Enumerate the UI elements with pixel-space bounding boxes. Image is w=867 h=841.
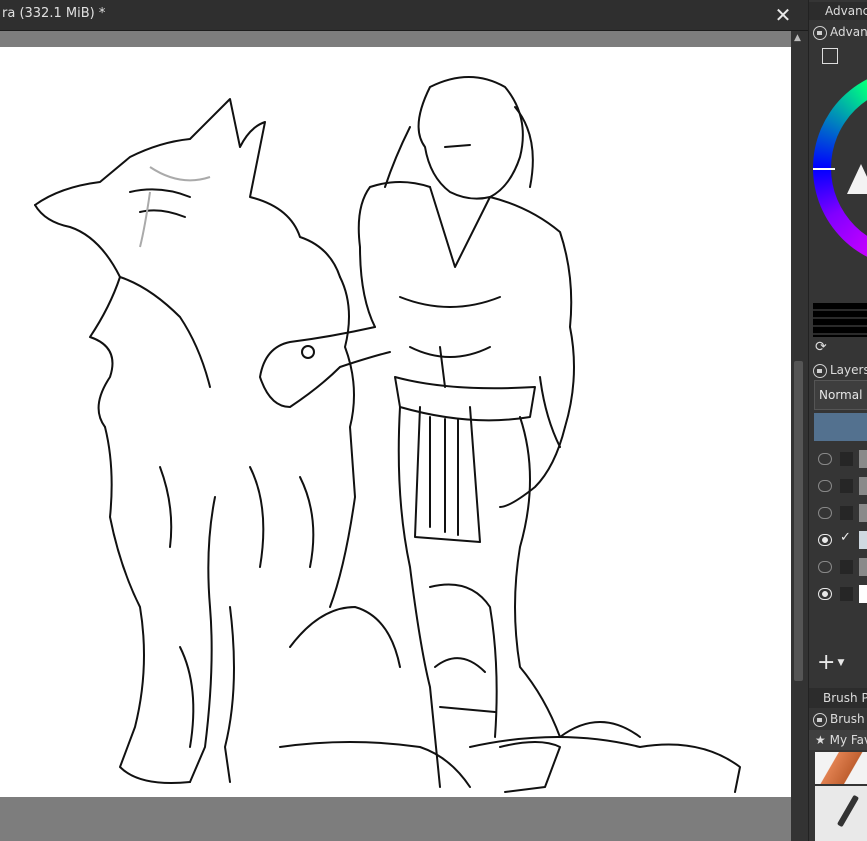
tag-selector[interactable]: ★ My Fav [809,730,867,750]
layer-preview-box [840,560,853,574]
layer-preview-box [840,506,853,520]
brush-title: Brush [830,712,865,726]
layer-row[interactable] [809,500,867,526]
visibility-eye-icon[interactable] [818,561,832,573]
advanced-color-title-row: Advan [809,22,867,42]
brush-presets-header[interactable]: Brush Pre [809,688,867,708]
layer-preview-box [840,479,853,493]
line-art-drawing [34,76,741,793]
brush-title-row: Brush [809,709,867,729]
layer-row[interactable] [809,581,867,607]
lock-icon[interactable] [813,712,827,727]
blend-mode-select[interactable]: Normal [814,380,867,410]
lock-icon[interactable] [813,363,827,378]
color-selector[interactable] [813,68,867,288]
advanced-color-header[interactable]: Advance [809,2,867,20]
document-tab-bar: ra (332.1 MiB) * ✕ [0,0,808,31]
layer-thumbnail [859,531,867,549]
layer-preview-box [840,452,853,466]
close-icon[interactable]: ✕ [772,4,794,26]
star-icon: ★ [815,733,826,747]
layer-thumbnail [859,450,867,468]
visibility-eye-icon[interactable] [818,480,832,492]
document-title[interactable]: ra (332.1 MiB) * [2,6,105,21]
hue-marker[interactable] [813,168,835,170]
canvas-margin-bottom [0,797,791,841]
layers-title: Layers [830,363,867,377]
brush-preset-thumbnail[interactable] [815,752,867,784]
layer-row[interactable] [809,554,867,580]
saturation-value-triangle[interactable] [847,164,867,194]
add-layer-icon[interactable]: + [817,650,835,675]
visibility-eye-icon[interactable] [818,507,832,519]
settings-list-icon[interactable] [822,48,838,64]
refresh-icon[interactable]: ⟳ [815,339,827,355]
color-history-bars[interactable] [813,303,867,337]
advanced-color-title: Advan [830,25,867,39]
canvas-margin-top [0,31,791,47]
selected-layer-highlight[interactable] [814,413,867,441]
brush-preset-thumbnail[interactable] [815,786,867,841]
lock-icon[interactable] [813,25,827,40]
visibility-eye-icon[interactable] [818,534,832,546]
scrollbar-thumb[interactable] [794,361,803,681]
layers-title-row: Layers [809,360,867,380]
tag-name: My Fav [829,733,867,747]
checkmark-icon[interactable]: ✓ [840,530,851,545]
layer-preview-box [840,587,853,601]
layer-thumbnail [859,477,867,495]
layer-row[interactable] [809,446,867,472]
drawing-canvas[interactable] [0,47,791,797]
right-docker: Advance Advan ⟳ Layers Normal ✓ [808,0,867,841]
layer-row[interactable] [809,473,867,499]
layer-thumbnail [859,504,867,522]
scroll-up-icon[interactable]: ▲ [794,33,801,43]
visibility-eye-icon[interactable] [818,453,832,465]
layer-thumbnail [859,585,867,603]
layer-thumbnail [859,558,867,576]
visibility-eye-icon[interactable] [818,588,832,600]
layer-tools: + ▼ [817,650,844,675]
chevron-down-icon[interactable]: ▼ [837,658,844,668]
canvas-vertical-scrollbar[interactable]: ▲ [791,31,808,841]
layer-row-active[interactable]: ✓ [809,527,867,553]
